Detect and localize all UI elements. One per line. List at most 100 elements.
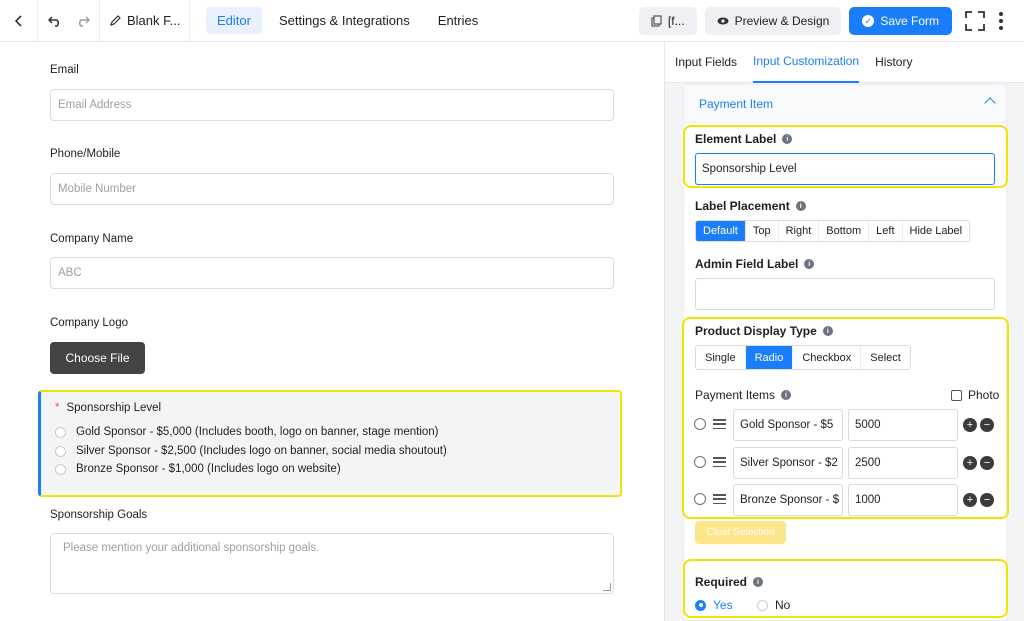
- redo-icon[interactable]: [76, 15, 90, 27]
- choose-file-button[interactable]: Choose File: [50, 342, 145, 374]
- radio-icon[interactable]: [694, 493, 706, 505]
- email-input[interactable]: Email Address: [50, 89, 614, 121]
- display-radio[interactable]: Radio: [745, 346, 794, 369]
- undo-icon[interactable]: [47, 15, 62, 27]
- sponsorship-option[interactable]: Gold Sponsor - $5,000 (Includes booth, l…: [55, 426, 439, 438]
- form-title[interactable]: Blank F...: [100, 0, 190, 42]
- sponsorship-option[interactable]: Silver Sponsor - $2,500 (Includes logo o…: [55, 445, 447, 457]
- sponsorship-label-text: Sponsorship Level: [66, 402, 162, 414]
- minus-circle-icon[interactable]: −: [980, 418, 994, 432]
- fullscreen-icon[interactable]: [964, 10, 986, 32]
- placement-hide-label[interactable]: Hide Label: [902, 221, 970, 241]
- tab-editor[interactable]: Editor: [206, 7, 262, 34]
- radio-icon[interactable]: [55, 426, 66, 438]
- product-display-type-selector: Single Radio Checkbox Select: [695, 345, 911, 370]
- minus-circle-icon[interactable]: −: [980, 493, 994, 507]
- chevron-left-icon: [14, 14, 22, 27]
- radio-selected-icon[interactable]: [695, 599, 706, 611]
- plus-circle-icon[interactable]: +: [963, 418, 977, 432]
- payment-item-header[interactable]: Payment Item: [684, 85, 1006, 123]
- panel-tabs: Input Fields Input Customization History: [665, 42, 1024, 83]
- payment-item-value-input[interactable]: 1000: [848, 484, 958, 516]
- tab-input-customization[interactable]: Input Customization: [753, 42, 860, 83]
- payment-item-name-input[interactable]: Silver Sponsor - $2: [733, 447, 843, 479]
- display-single[interactable]: Single: [696, 346, 746, 369]
- phone-input[interactable]: Mobile Number: [50, 173, 614, 205]
- shortcode-button[interactable]: [f...: [638, 7, 697, 35]
- goals-textarea[interactable]: Please mention your additional sponsorsh…: [50, 533, 614, 594]
- placement-bottom[interactable]: Bottom: [819, 221, 870, 241]
- goals-label: Sponsorship Goals: [50, 509, 148, 521]
- save-form-button[interactable]: ✓ Save Form: [849, 7, 952, 35]
- photo-checkbox[interactable]: [951, 389, 962, 401]
- tab-settings-integrations[interactable]: Settings & Integrations: [268, 7, 421, 34]
- required-text: Required: [695, 575, 748, 589]
- preview-design-text: Preview & Design: [734, 14, 830, 28]
- info-icon: i: [804, 259, 815, 269]
- admin-field-label-text: Admin Field Label: [695, 257, 799, 271]
- goals-placeholder: Please mention your additional sponsorsh…: [63, 542, 320, 554]
- minus-circle-icon[interactable]: −: [980, 456, 994, 470]
- payment-item-value-input[interactable]: 2500: [848, 447, 958, 479]
- required-no-label: No: [775, 598, 791, 612]
- info-icon: i: [822, 326, 833, 336]
- more-options-icon[interactable]: [994, 12, 1008, 30]
- payment-items-title: Payment Items i: [695, 388, 792, 402]
- email-label: Email: [50, 64, 79, 76]
- main-nav: Editor Settings & Integrations Entries: [206, 7, 489, 34]
- drag-handle-icon[interactable]: [713, 419, 726, 429]
- sponsorship-option[interactable]: Bronze Sponsor - $1,000 (Includes logo o…: [55, 463, 341, 475]
- tab-history[interactable]: History: [875, 42, 912, 83]
- clear-selection-button[interactable]: Clear Selection: [695, 521, 786, 544]
- phone-label: Phone/Mobile: [50, 148, 121, 160]
- drag-handle-icon[interactable]: [713, 457, 726, 467]
- back-button[interactable]: [0, 0, 38, 42]
- element-label-input[interactable]: Sponsorship Level: [695, 153, 995, 185]
- info-icon: i: [781, 390, 792, 400]
- payment-item-title: Payment Item: [699, 96, 774, 111]
- display-checkbox[interactable]: Checkbox: [793, 346, 862, 369]
- placement-default[interactable]: Default: [696, 221, 746, 241]
- placement-top[interactable]: Top: [745, 221, 779, 241]
- tab-entries[interactable]: Entries: [427, 7, 489, 34]
- topbar-actions: [f... Preview & Design ✓ Save Form: [638, 0, 1024, 42]
- radio-icon[interactable]: [55, 445, 66, 457]
- plus-circle-icon[interactable]: +: [963, 493, 977, 507]
- product-display-type-text: Product Display Type: [695, 324, 817, 338]
- payment-item-row: [694, 456, 726, 468]
- chevron-up-icon[interactable]: [984, 97, 996, 109]
- element-label-text: Element Label: [695, 132, 777, 146]
- required-yes-label: Yes: [713, 598, 733, 612]
- required-yes-option[interactable]: Yes: [695, 598, 733, 612]
- radio-icon[interactable]: [55, 463, 66, 475]
- logo-label: Company Logo: [50, 317, 128, 329]
- save-form-text: Save Form: [880, 14, 939, 28]
- sponsorship-option-label: Bronze Sponsor - $1,000 (Includes logo o…: [76, 463, 341, 475]
- placement-right[interactable]: Right: [778, 221, 820, 241]
- admin-field-label-input[interactable]: [695, 278, 995, 310]
- preview-design-button[interactable]: Preview & Design: [704, 7, 842, 35]
- drag-handle-icon[interactable]: [713, 494, 726, 504]
- photo-toggle[interactable]: Photo: [951, 388, 999, 402]
- radio-icon[interactable]: [757, 599, 768, 611]
- sponsorship-field[interactable]: * Sponsorship Level Gold Sponsor - $5,000…: [38, 390, 622, 497]
- required-no-option[interactable]: No: [757, 598, 790, 612]
- payment-item-name-input[interactable]: Bronze Sponsor - $: [733, 484, 843, 516]
- payment-items-text: Payment Items: [695, 388, 776, 402]
- tab-input-fields[interactable]: Input Fields: [675, 42, 737, 83]
- payment-item-name-input[interactable]: Gold Sponsor - $5: [733, 409, 843, 441]
- plus-circle-icon[interactable]: +: [963, 456, 977, 470]
- radio-icon[interactable]: [694, 456, 706, 468]
- payment-item-value-input[interactable]: 5000: [848, 409, 958, 441]
- placement-left[interactable]: Left: [869, 221, 903, 241]
- label-placement-selector: Default Top Right Bottom Left Hide Label: [695, 220, 971, 242]
- sponsorship-option-label: Gold Sponsor - $5,000 (Includes booth, l…: [76, 426, 439, 438]
- shortcode-text: [f...: [667, 14, 685, 28]
- payment-item-row: [694, 418, 726, 430]
- display-select[interactable]: Select: [861, 346, 910, 369]
- resize-handle-icon[interactable]: [603, 583, 611, 591]
- company-input[interactable]: ABC: [50, 257, 614, 289]
- radio-icon[interactable]: [694, 418, 706, 430]
- element-label-title: Element Label i: [695, 132, 793, 146]
- row-actions: + −: [963, 493, 994, 507]
